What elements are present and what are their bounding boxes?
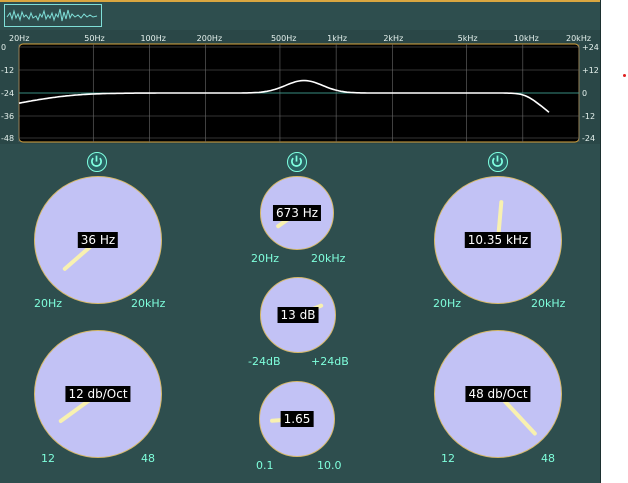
highpass-slope-min-label: 12 [41, 452, 55, 465]
db-tick-label-left: -36 [1, 112, 14, 121]
eq-plugin-window: 20Hz 50Hz 100Hz 200Hz 500Hz 1kHz 2kHz 5kHz 10kHz… [0, 0, 601, 483]
power-icon [492, 155, 503, 167]
top-accent-line [0, 0, 600, 2]
lowpass-slope-min-label: 12 [441, 452, 455, 465]
frequency-tick-label: 10kHz [514, 34, 539, 43]
peak-gain-value: 13 dB [277, 307, 319, 323]
lowpass-frequency-max-label: 20kHz [531, 297, 566, 310]
frequency-response-graph[interactable]: 20Hz 50Hz 100Hz 200Hz 500Hz 1kHz 2kHz 5kHz 10kHz… [0, 30, 600, 144]
peak-frequency-value: 673 Hz [272, 205, 322, 221]
lowpass-slope-max-label: 48 [541, 452, 555, 465]
frequency-tick-label: 1kHz [327, 34, 347, 43]
lowpass-slope-value: 48 db/Oct [465, 386, 531, 402]
db-tick-label-right: 0 [582, 89, 587, 98]
peak-frequency-max-label: 20kHz [311, 252, 346, 265]
highpass-slope-value: 12 db/Oct [65, 386, 131, 402]
peak-q-value: 1.65 [280, 411, 314, 427]
peak-gain-max-label: +24dB [311, 355, 349, 368]
db-tick-label-left: -48 [1, 134, 14, 143]
db-tick-label-left: -12 [1, 66, 14, 75]
peak-gain-knob[interactable]: 13 dB [260, 277, 336, 353]
frequency-tick-label: 2kHz [383, 34, 403, 43]
lowpass-frequency-min-label: 20Hz [433, 297, 462, 310]
lowpass-frequency-value: 10.35 kHz [464, 232, 532, 248]
peak-power-button[interactable] [287, 152, 307, 172]
lowpass-slope-knob[interactable]: 48 db/Oct [434, 330, 562, 458]
power-icon [291, 155, 302, 167]
db-tick-label-right: -12 [582, 112, 595, 121]
highpass-frequency-value: 36 Hz [77, 232, 119, 248]
highpass-slope-knob[interactable]: 12 db/Oct [34, 330, 162, 458]
frequency-tick-label: 5kHz [458, 34, 478, 43]
frequency-tick-label: 500Hz [271, 34, 296, 43]
lowpass-power-button[interactable] [488, 152, 508, 172]
frequency-tick-label: 50Hz [84, 34, 104, 43]
waveform-icon[interactable] [4, 4, 102, 27]
peak-q-min-label: 0.1 [256, 459, 274, 472]
db-tick-label-left: 0 [1, 43, 6, 52]
peak-q-knob[interactable]: 1.65 [259, 381, 335, 457]
frequency-tick-label: 20kHz [566, 34, 591, 43]
frequency-tick-label: 100Hz [140, 34, 165, 43]
power-icon [91, 155, 102, 167]
lowpass-frequency-knob[interactable]: 10.35 kHz [434, 176, 562, 304]
highpass-slope-max-label: 48 [141, 452, 155, 465]
peak-frequency-knob[interactable]: 673 Hz [260, 176, 334, 250]
frequency-tick-label: 200Hz [197, 34, 222, 43]
highpass-frequency-knob[interactable]: 36 Hz [34, 176, 162, 304]
peak-gain-min-label: -24dB [248, 355, 281, 368]
db-tick-label-right: -24 [582, 134, 595, 143]
highpass-power-button[interactable] [87, 152, 107, 172]
peak-frequency-min-label: 20Hz [251, 252, 280, 265]
highpass-frequency-min-label: 20Hz [34, 297, 63, 310]
peak-q-max-label: 10.0 [317, 459, 342, 472]
db-tick-label-left: -24 [1, 89, 14, 98]
db-tick-label-right: +24 [582, 43, 599, 52]
db-tick-label-right: +12 [582, 66, 599, 75]
highpass-frequency-max-label: 20kHz [131, 297, 166, 310]
status-dot [623, 74, 626, 77]
frequency-tick-label: 20Hz [9, 34, 29, 43]
